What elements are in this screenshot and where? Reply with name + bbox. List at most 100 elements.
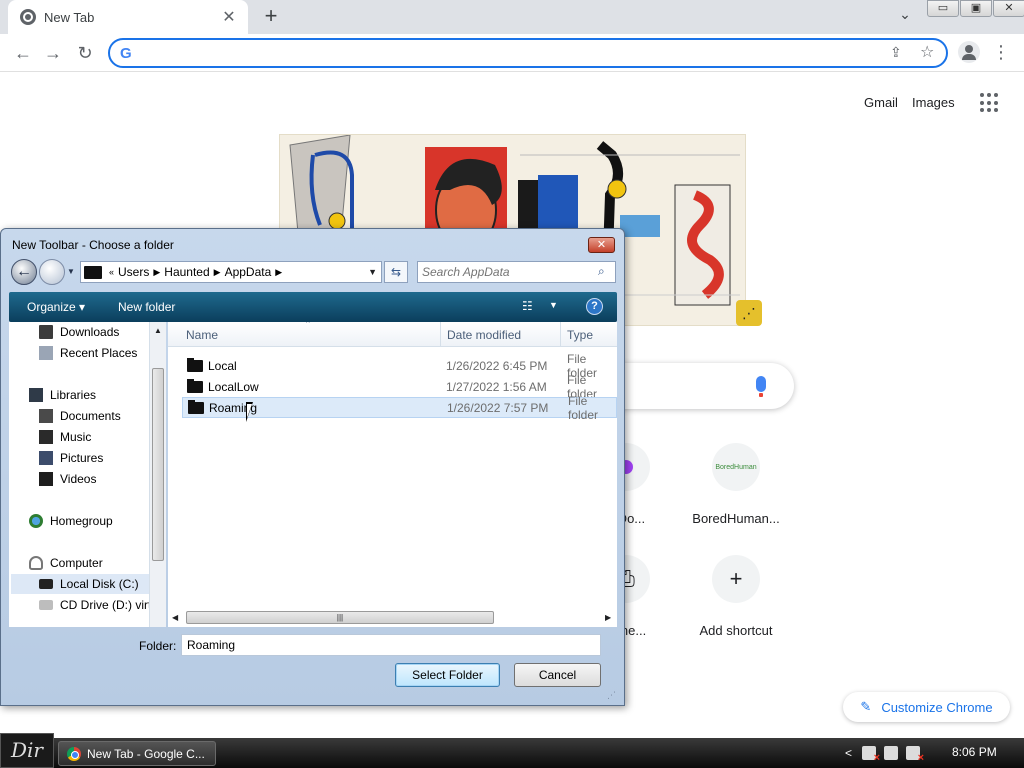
breadcrumb-overflow-icon[interactable]: «	[109, 267, 114, 277]
share-page-icon[interactable]: ⇪	[890, 44, 902, 61]
omnibox-input[interactable]	[142, 43, 882, 63]
scrollbar-thumb[interactable]	[152, 368, 164, 561]
navigation-pane: Downloads Recent Places Libraries Docume…	[9, 322, 166, 627]
breadcrumb-haunted[interactable]: Haunted	[164, 265, 209, 279]
chevron-right-icon[interactable]: ▶	[153, 267, 160, 278]
view-dropdown-icon[interactable]: ▼	[549, 300, 558, 310]
boredhuman-favicon-icon: BoredHuman	[712, 443, 760, 491]
nav-item-recent-places[interactable]: Recent Places	[39, 343, 137, 363]
dialog-title: New Toolbar - Choose a folder	[12, 238, 174, 252]
history-dropdown-icon[interactable]: ▼	[67, 267, 75, 276]
chevron-right-icon[interactable]: ▶	[214, 267, 221, 278]
tray-expand-icon[interactable]: <	[845, 746, 852, 760]
cancel-button[interactable]: Cancel	[514, 663, 601, 687]
system-tray: <	[845, 743, 928, 764]
pictures-icon	[39, 451, 53, 465]
music-icon	[39, 430, 53, 444]
address-dropdown-icon[interactable]: ▼	[368, 267, 377, 277]
column-header-type[interactable]: Type	[567, 328, 593, 342]
file-list-pane: Name ^ Date modified Type Local 1/26/202…	[168, 322, 617, 627]
resize-grip-icon[interactable]: ⋰	[607, 690, 616, 701]
hard-disk-icon	[39, 579, 53, 589]
doodle-share-icon[interactable]: ⋰	[736, 300, 762, 326]
search-input[interactable]	[422, 264, 592, 280]
breadcrumb-users[interactable]: Users	[118, 265, 149, 279]
scroll-left-icon[interactable]: ◀	[172, 613, 178, 622]
select-folder-button[interactable]: Select Folder	[395, 663, 500, 687]
network-icon[interactable]	[884, 746, 899, 760]
forward-arrow-icon[interactable]: →	[40, 40, 66, 66]
file-row-local[interactable]: Local 1/26/2022 6:45 PM File folder	[182, 352, 617, 380]
chevron-right-icon[interactable]: ▶	[275, 267, 282, 278]
search-box[interactable]: ⌕	[417, 261, 616, 283]
images-link[interactable]: Images	[912, 95, 955, 110]
scrollbar-thumb[interactable]: |||	[186, 611, 494, 624]
volume-muted-icon[interactable]	[906, 746, 924, 764]
column-header-name[interactable]: Name	[186, 328, 218, 342]
back-arrow-icon[interactable]: ←	[11, 259, 37, 285]
column-header-date-modified[interactable]: Date modified	[447, 328, 521, 342]
nav-item-videos[interactable]: Videos	[39, 469, 96, 489]
profile-avatar-icon[interactable]	[958, 41, 980, 63]
forward-arrow-icon[interactable]	[39, 259, 65, 285]
close-window-button[interactable]: ✕	[993, 0, 1024, 17]
tab-close-icon[interactable]: ✕	[220, 7, 238, 27]
chrome-menu-icon[interactable]: ⋮	[992, 42, 1010, 62]
file-row-locallow[interactable]: LocalLow 1/27/2022 1:56 AM File folder	[182, 373, 617, 401]
gmail-link[interactable]: Gmail	[864, 95, 898, 110]
start-button[interactable]: Dir	[0, 733, 54, 768]
breadcrumb-appdata[interactable]: AppData	[225, 265, 272, 279]
search-icon[interactable]: ⌕	[598, 264, 605, 279]
nav-item-documents[interactable]: Documents	[39, 406, 121, 426]
taskbar-item-label: New Tab - Google C...	[87, 746, 205, 761]
pencil-icon: ✎	[860, 699, 872, 714]
tab-search-chevron-icon[interactable]: ⌄	[894, 6, 916, 28]
videos-icon	[39, 472, 53, 486]
nav-item-homegroup[interactable]: Homegroup	[29, 511, 113, 531]
scroll-right-icon[interactable]: ▶	[605, 613, 611, 622]
nav-item-libraries[interactable]: Libraries	[29, 385, 96, 405]
computer-icon	[29, 556, 43, 570]
bookmark-star-icon[interactable]: ☆	[920, 42, 934, 62]
homegroup-icon	[29, 514, 43, 528]
omnibox[interactable]: G ⇪ ☆	[108, 38, 948, 68]
back-arrow-icon[interactable]: ←	[10, 40, 36, 66]
help-icon[interactable]: ?	[586, 298, 603, 315]
nav-item-downloads[interactable]: Downloads	[39, 322, 119, 342]
nav-item-computer[interactable]: Computer	[29, 553, 103, 573]
nav-item-pictures[interactable]: Pictures	[39, 448, 103, 468]
taskbar-clock[interactable]: 8:06 PM	[952, 745, 997, 759]
new-folder-button[interactable]: New folder	[118, 300, 175, 314]
action-center-flag-icon[interactable]	[862, 746, 880, 764]
file-pane-horizontal-scrollbar[interactable]: ◀ ||| ▶	[168, 609, 617, 626]
organize-button[interactable]: Organize ▾	[27, 300, 85, 314]
taskbar-item-chrome[interactable]: New Tab - Google C...	[58, 741, 216, 766]
folder-name-input[interactable]	[181, 634, 601, 656]
documents-icon	[39, 409, 53, 423]
google-apps-icon[interactable]	[980, 93, 1000, 113]
nav-item-cd-drive[interactable]: CD Drive (D:) virt	[39, 595, 151, 615]
tab-strip: New Tab ✕ + ⌄ ▭ ▣ ✕	[0, 0, 1024, 34]
voice-search-mic-icon[interactable]	[756, 376, 766, 397]
view-options-icon[interactable]: ☷	[522, 299, 533, 313]
nav-pane-scrollbar[interactable]: ▲	[149, 322, 166, 627]
tab-new-tab[interactable]: New Tab ✕	[8, 0, 248, 34]
customize-label: Customize Chrome	[881, 699, 993, 715]
nav-item-music[interactable]: Music	[39, 427, 91, 447]
mouse-pointer-icon	[246, 402, 253, 422]
add-shortcut-tile[interactable]: + Add shortcut	[680, 555, 792, 638]
refresh-icon[interactable]: ⇆	[384, 261, 408, 283]
restore-button[interactable]: ▣	[960, 0, 992, 17]
command-bar: Organize ▾ New folder ☷ ▼ ?	[9, 292, 617, 322]
address-bar[interactable]: « Users ▶ Haunted ▶ AppData ▶ ▼	[80, 261, 382, 283]
customize-chrome-button[interactable]: ✎ Customize Chrome	[843, 692, 1010, 722]
new-tab-button[interactable]: +	[258, 4, 284, 30]
shortcut-label: Add shortcut	[699, 623, 773, 638]
scroll-up-icon[interactable]: ▲	[154, 326, 162, 335]
reload-icon[interactable]: ↻	[72, 40, 98, 66]
minimize-button[interactable]: ▭	[927, 0, 959, 17]
nav-item-local-disk[interactable]: Local Disk (C:)	[11, 574, 149, 594]
shortcut-tile[interactable]: BoredHuman BoredHuman...	[680, 443, 792, 526]
chrome-icon	[67, 746, 81, 761]
dialog-close-button[interactable]: ✕	[588, 237, 615, 253]
